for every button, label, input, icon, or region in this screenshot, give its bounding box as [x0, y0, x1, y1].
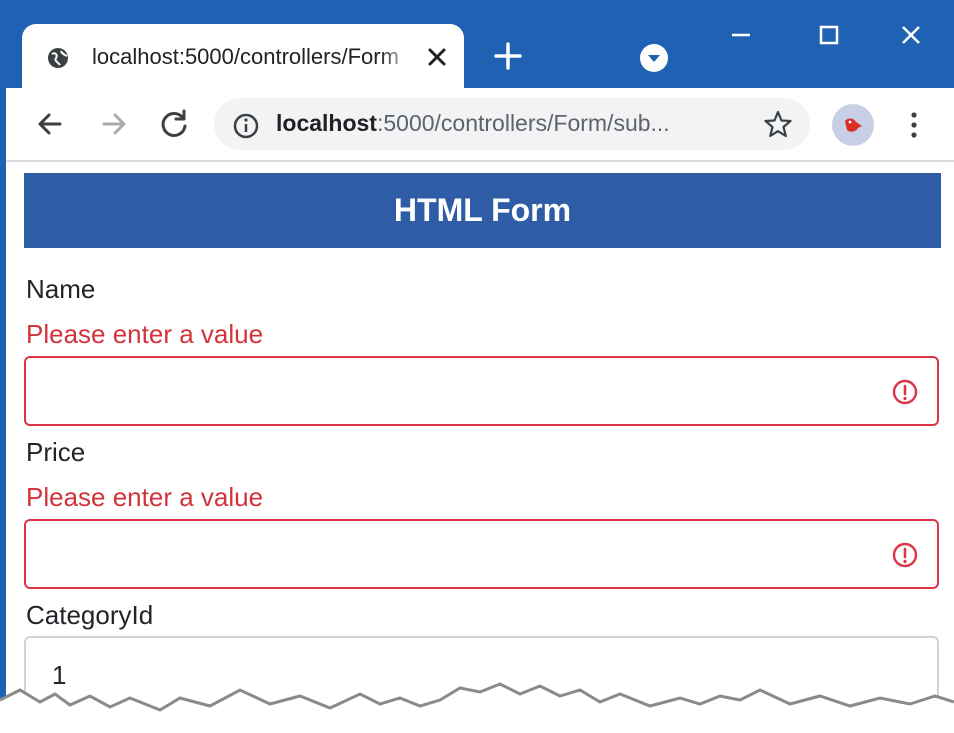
- profile-bird-icon: [845, 118, 862, 132]
- close-tab-icon[interactable]: [422, 42, 452, 72]
- kebab-menu-icon[interactable]: [906, 108, 922, 142]
- name-input[interactable]: [24, 356, 939, 426]
- tab-title: localhost:5000/controllers/Form: [92, 44, 399, 69]
- maximize-window-icon[interactable]: [812, 18, 846, 52]
- minimize-window-icon[interactable]: [724, 18, 758, 52]
- back-arrow-icon[interactable]: [30, 104, 70, 144]
- star-icon[interactable]: [762, 108, 794, 140]
- tab-search-icon[interactable]: [638, 42, 670, 74]
- reload-icon[interactable]: [154, 104, 194, 144]
- globe-icon: [48, 48, 68, 68]
- torn-edge-divider: [0, 682, 954, 733]
- new-tab-button[interactable]: [490, 38, 526, 74]
- name-label: Name: [26, 274, 96, 304]
- categoryid-label: CategoryId: [26, 600, 154, 630]
- error-alert-icon: [892, 379, 918, 405]
- error-alert-icon: [892, 542, 918, 568]
- info-icon[interactable]: [232, 112, 260, 140]
- url-path: :5000/controllers/Form/sub...: [376, 110, 670, 136]
- forward-arrow-icon[interactable]: [94, 104, 134, 144]
- tab-title-fade: [380, 40, 414, 76]
- url-host: localhost: [276, 110, 377, 136]
- browser-window: localhost:5000/controllers/Form localhos…: [0, 0, 954, 733]
- page-header: HTML Form: [24, 173, 941, 248]
- profile-avatar-icon[interactable]: [832, 104, 874, 146]
- address-url[interactable]: localhost:5000/controllers/Form/sub...: [276, 110, 736, 137]
- price-label: Price: [26, 437, 86, 467]
- price-validation-error: Please enter a value: [26, 482, 264, 512]
- name-validation-error: Please enter a value: [26, 319, 264, 349]
- price-input[interactable]: [24, 519, 939, 589]
- close-window-icon[interactable]: [894, 18, 928, 52]
